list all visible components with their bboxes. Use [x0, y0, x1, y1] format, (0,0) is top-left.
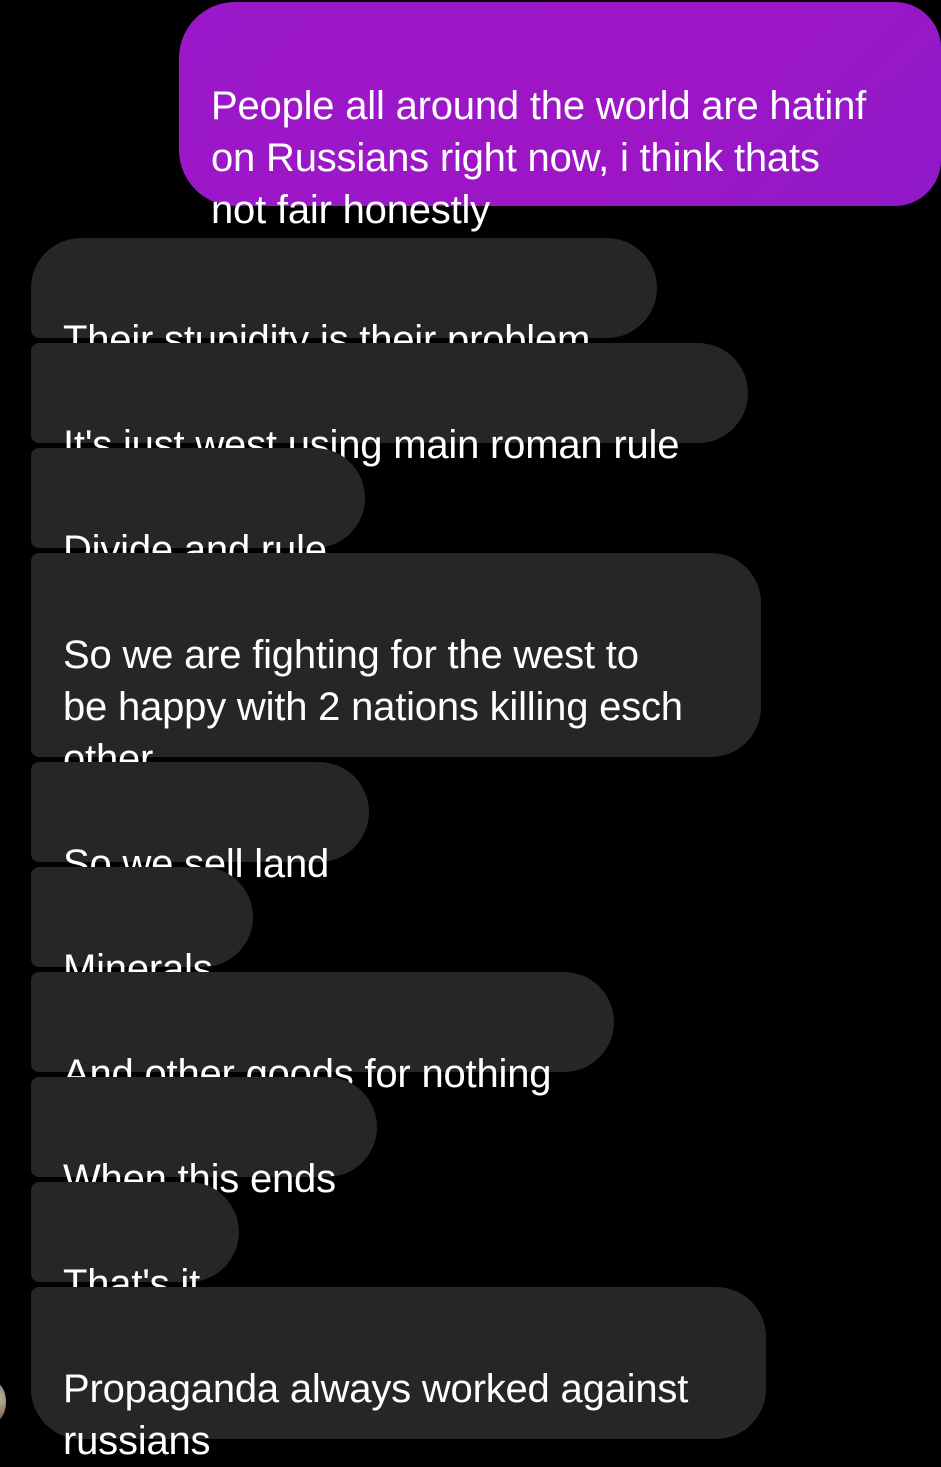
incoming-message[interactable]: Propaganda always worked against russian… [31, 1287, 766, 1463]
sender-avatar[interactable] [0, 1382, 6, 1422]
message-text: People all around the world are hatinf o… [211, 84, 867, 232]
message-text: So we are fighting for the west to be ha… [63, 633, 683, 781]
incoming-message[interactable]: When this ends [31, 1077, 377, 1201]
outgoing-message[interactable]: People all around the world are hatinf o… [179, 2, 941, 232]
incoming-message[interactable]: So we sell land [31, 762, 369, 886]
incoming-message[interactable]: It's just west using main roman rule [31, 343, 748, 467]
incoming-message[interactable]: Divide and rule [31, 448, 365, 572]
incoming-message[interactable]: So we are fighting for the west to be ha… [31, 553, 761, 781]
incoming-message[interactable]: That's it [31, 1182, 239, 1306]
incoming-message[interactable]: Their stupidity is their problem [31, 238, 657, 362]
incoming-message[interactable]: Minerals [31, 867, 253, 991]
message-text: Propaganda always worked against russian… [63, 1367, 689, 1463]
incoming-message[interactable]: And other goods for nothing [31, 972, 614, 1096]
